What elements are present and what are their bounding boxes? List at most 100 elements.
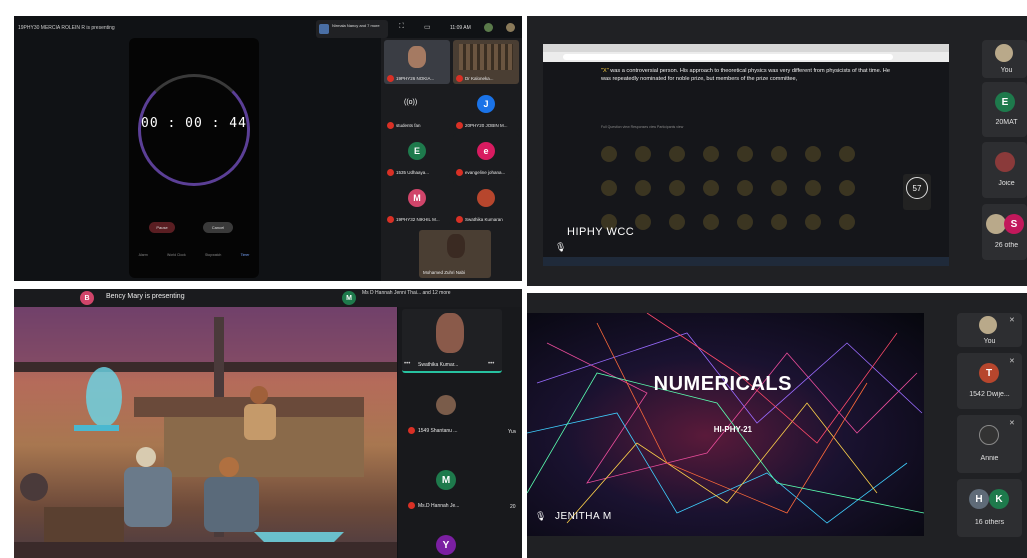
avatar: T	[979, 363, 999, 383]
participant-name: students fan	[396, 123, 421, 128]
response-dot	[839, 180, 855, 196]
participant-tile[interactable]: Mohamed Zuhri Nabi	[419, 230, 491, 278]
response-dot	[839, 214, 855, 230]
tab-world-clock[interactable]: World Clock	[167, 253, 186, 257]
tab-timer[interactable]: Timer	[241, 253, 250, 257]
countdown-timer: 57	[903, 174, 931, 210]
response-dot	[703, 146, 719, 162]
participant-tile[interactable]: ••• Swathika Kumar... •••	[402, 309, 502, 373]
response-dot	[635, 146, 651, 162]
participant-tile[interactable]: 1549 Shantanu ...	[402, 387, 492, 447]
participant-tile[interactable]: ✕ You	[957, 313, 1022, 347]
response-dot	[669, 214, 685, 230]
participant-tile[interactable]: H K 16 others	[957, 479, 1022, 537]
avatar	[986, 214, 1006, 234]
mic-off-icon: ✕	[1009, 420, 1015, 427]
more-icon[interactable]: •••	[404, 361, 410, 367]
response-dot	[703, 180, 719, 196]
people-icon[interactable]: ⛶	[399, 23, 404, 31]
mic-off-icon: ✕	[1009, 317, 1015, 324]
mic-off-icon: ✕	[1009, 358, 1015, 365]
slide-subtitle: HI-PHY-21	[713, 425, 752, 434]
shared-artwork	[14, 307, 397, 558]
participant-name: You	[1000, 67, 1013, 74]
avatar[interactable]	[484, 23, 493, 32]
response-dot	[703, 214, 719, 230]
audio-wave-icon: ((o))	[404, 99, 418, 106]
avatar: K	[989, 489, 1009, 509]
quiz-view-tabs[interactable]: Full Question view Responses view Partic…	[601, 125, 683, 129]
participant-tile[interactable]: ((o)) students fan	[384, 87, 450, 131]
participant-tile[interactable]: J 20PHY20 JOBIN M...	[453, 87, 519, 131]
participant-name: 1542 Dwije...	[969, 391, 1010, 398]
more-icon[interactable]: •••	[488, 361, 494, 367]
participant-name: Joice	[998, 180, 1015, 187]
avatar: S	[1004, 214, 1024, 234]
mic-off-icon	[456, 216, 463, 223]
cancel-button[interactable]: Cancel	[203, 222, 233, 233]
participant-tile[interactable]: Joice	[982, 142, 1027, 198]
participant-tile[interactable]: E 20MAT	[982, 82, 1027, 137]
participant-tile[interactable]: T ✕ 1542 Dwije...	[957, 353, 1022, 409]
shared-phone-screen: 00 : 00 : 44 Pause Cancel Alarm World Cl…	[129, 38, 259, 278]
avatar: H	[969, 489, 989, 509]
participant-tile[interactable]: Swathika Kumaran	[453, 181, 519, 225]
avatar: M	[436, 470, 456, 490]
shared-slide: NUMERICALS HI-PHY-21	[527, 313, 924, 536]
mic-off-icon: 🎙︎	[555, 242, 567, 252]
stopwatch-time: 00 : 00 : 44	[141, 116, 247, 131]
participant-tile[interactable]: ✕ Annie	[957, 415, 1022, 473]
response-dot	[635, 214, 651, 230]
tab-stopwatch[interactable]: Stopwatch	[205, 253, 221, 257]
tab-alarm[interactable]: Alarm	[139, 253, 148, 257]
response-dot	[737, 146, 753, 162]
participant-tile[interactable]: M Ms.D Hannah Je...	[402, 462, 492, 518]
avatar: Y	[436, 535, 456, 555]
participant-name: Yuv	[508, 429, 517, 435]
participant-video	[408, 46, 426, 68]
response-dot	[771, 180, 787, 196]
participant-name: You	[983, 338, 996, 345]
avatar	[436, 395, 456, 415]
presenter-chip-text[interactable]: Ms D Hannah Jenni Thai... and 12 more	[362, 290, 462, 296]
slide-title: NUMERICALS	[653, 373, 792, 395]
clock: 11:09 AM	[450, 25, 471, 31]
mic-off-icon	[408, 427, 415, 434]
response-dot	[601, 146, 617, 162]
participant-tile[interactable]: Dr Kaloneka...	[453, 40, 519, 84]
response-dot	[737, 180, 753, 196]
presenting-banner: 19PHY30 MERCIA ROLEIN R is presenting	[18, 25, 115, 31]
browser-tab-bar	[543, 44, 949, 52]
avatar	[995, 152, 1015, 172]
presenting-bar: B Bency Mary is presenting M Ms D Hannah…	[14, 289, 522, 307]
avatar[interactable]	[506, 23, 515, 32]
bookshelf-video	[459, 44, 513, 70]
artwork-illustration	[14, 307, 397, 558]
meet-panel-artwork: B Bency Mary is presenting M Ms D Hannah…	[14, 289, 522, 558]
participant-video	[447, 234, 465, 258]
participant-name: 20PHY20 JOBIN M...	[465, 123, 508, 128]
response-dot	[839, 146, 855, 162]
participant-tile[interactable]: e evangeline johana...	[453, 134, 519, 178]
mic-off-icon	[387, 75, 394, 82]
participant-name: 26 othe	[994, 242, 1019, 249]
participant-tile[interactable]: 19PHY26 NOKIA...	[384, 40, 450, 84]
participant-tile[interactable]: E 1535 Udhaaya...	[384, 134, 450, 178]
participant-name: Swathika Kumar...	[418, 362, 459, 368]
participant-tile[interactable]: S 26 othe	[982, 204, 1027, 260]
response-dot	[771, 146, 787, 162]
participant-tile[interactable]: Y	[402, 529, 492, 558]
participant-name: Dr Kaloneka...	[465, 76, 494, 81]
phone-tab-bar: Alarm World Clock Stopwatch Timer	[129, 253, 259, 257]
participant-tile[interactable]: M 19PHY32 NIKHIL M...	[384, 181, 450, 225]
address-bar[interactable]	[563, 54, 893, 60]
chat-icon[interactable]: ▭	[424, 23, 431, 31]
pause-button[interactable]: Pause	[149, 222, 175, 233]
mic-off-icon: 🎙︎	[535, 511, 547, 521]
presenter-thumb	[319, 24, 329, 34]
participant-tile[interactable]: You	[982, 40, 1027, 78]
presenter-chip[interactable]: Nirmala Nancy and 7 more	[316, 20, 388, 38]
response-dot	[601, 180, 617, 196]
mic-off-icon	[456, 169, 463, 176]
participant-name: Ms.D Hannah Je...	[418, 503, 460, 509]
